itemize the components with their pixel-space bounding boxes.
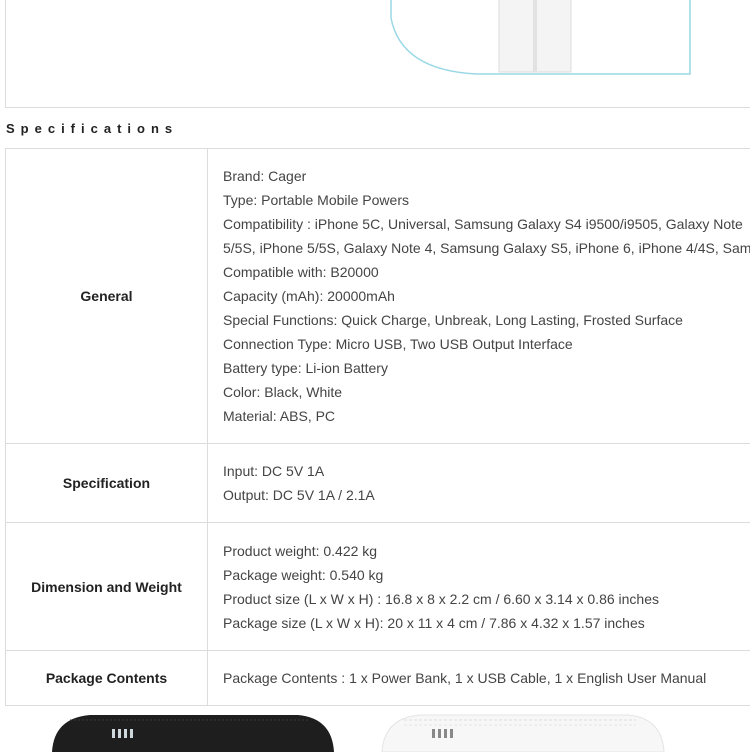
table-row: Package Contents Package Contents : 1 x … — [6, 651, 750, 706]
spec-line: Package weight: 0.540 kg — [223, 563, 750, 587]
table-row: Specification Input: DC 5V 1A Output: DC… — [6, 444, 750, 523]
black-power-bank-photo — [50, 712, 340, 752]
row-values: Product weight: 0.422 kg Package weight:… — [208, 523, 750, 651]
table-row: Dimension and Weight Product weight: 0.4… — [6, 523, 750, 651]
spec-line: Battery type: Li-ion Battery — [223, 356, 750, 380]
spec-line: Compatibility : iPhone 5C, Universal, Sa… — [223, 212, 750, 236]
spec-line: Product weight: 0.422 kg — [223, 539, 750, 563]
spec-line: Color: Black, White — [223, 380, 750, 404]
row-values: Package Contents : 1 x Power Bank, 1 x U… — [208, 651, 750, 706]
spec-line: Input: DC 5V 1A — [223, 459, 750, 483]
row-label: Dimension and Weight — [6, 523, 208, 651]
row-label: General — [6, 149, 208, 444]
spec-line: Type: Portable Mobile Powers — [223, 188, 750, 212]
product-image-panel — [5, 0, 750, 108]
product-photo-white-power-bank — [6, 0, 750, 108]
white-power-bank-photo — [380, 712, 670, 752]
spec-line: 5/5S, iPhone 5/5S, Galaxy Note 4, Samsun… — [223, 236, 750, 260]
row-label: Specification — [6, 444, 208, 523]
spec-line: Package Contents : 1 x Power Bank, 1 x U… — [223, 666, 750, 690]
spec-line: Special Functions: Quick Charge, Unbreak… — [223, 308, 750, 332]
table-row: General Brand: Cager Type: Portable Mobi… — [6, 149, 750, 444]
spec-line: Package size (L x W x H): 20 x 11 x 4 cm… — [223, 611, 750, 635]
specifications-table: General Brand: Cager Type: Portable Mobi… — [5, 148, 750, 706]
spec-line: Connection Type: Micro USB, Two USB Outp… — [223, 332, 750, 356]
spec-line: Output: DC 5V 1A / 2.1A — [223, 483, 750, 507]
row-values: Brand: Cager Type: Portable Mobile Power… — [208, 149, 750, 444]
specifications-heading: Specifications — [6, 121, 178, 136]
spec-line: Compatible with: B20000 — [223, 260, 750, 284]
spec-line: Brand: Cager — [223, 164, 750, 188]
spec-line: Material: ABS, PC — [223, 404, 750, 428]
spec-line: Product size (L x W x H) : 16.8 x 8 x 2.… — [223, 587, 750, 611]
row-values: Input: DC 5V 1A Output: DC 5V 1A / 2.1A — [208, 444, 750, 523]
spec-line: Capacity (mAh): 20000mAh — [223, 284, 750, 308]
row-label: Package Contents — [6, 651, 208, 706]
